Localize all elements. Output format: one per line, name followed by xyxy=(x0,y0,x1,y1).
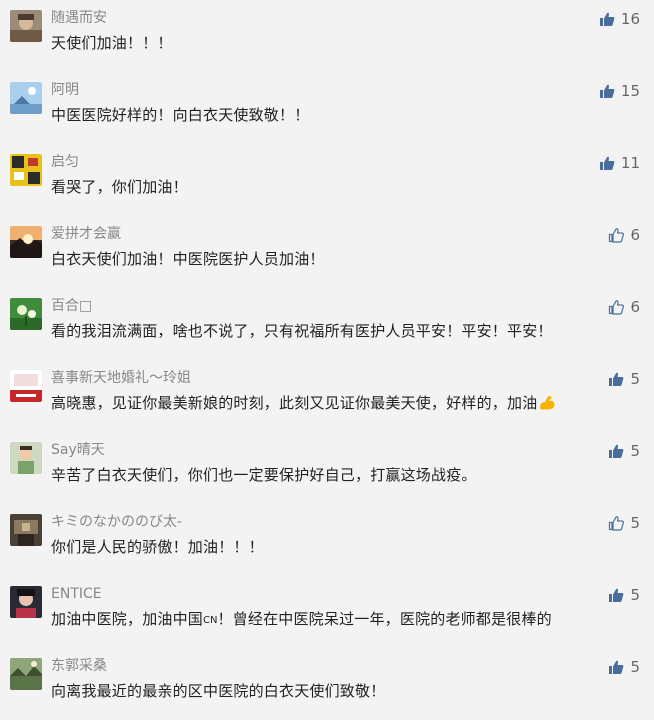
comment-text: 加油中医院，加油中国CN！曾经在中医院呆过一年，医院的老师都是很棒的 xyxy=(51,608,552,632)
avatar[interactable] xyxy=(10,442,42,474)
avatar[interactable] xyxy=(10,514,42,546)
thumbs-up-icon xyxy=(609,660,624,674)
comment-text: 天使们加油！！！ xyxy=(51,34,173,52)
comment-text: 看的我泪流满面，啥也不说了，只有祝福所有医护人员平安！平安！平安！ xyxy=(51,322,553,340)
like-count: 6 xyxy=(630,226,640,244)
thumbs-up-outline-icon xyxy=(609,516,625,531)
nickname[interactable]: 爱拼才会赢 xyxy=(51,225,121,243)
nickname[interactable]: Say晴天 xyxy=(51,441,105,459)
avatar[interactable] xyxy=(10,154,42,186)
comment-item: Say晴天 辛苦了白衣天使们，你们也一定要保护好自己，打赢这场战疫。 5 xyxy=(0,432,654,504)
like-button[interactable]: 6 xyxy=(608,296,640,318)
like-count: 5 xyxy=(630,658,640,676)
like-button[interactable]: 11 xyxy=(599,152,640,174)
nickname[interactable]: 阿明 xyxy=(51,81,79,99)
like-count: 15 xyxy=(620,82,640,100)
nickname[interactable]: キミのなかののび太- xyxy=(51,513,182,531)
like-button[interactable]: 5 xyxy=(608,368,640,390)
nickname[interactable]: 东郭采桑 xyxy=(51,657,107,675)
avatar[interactable] xyxy=(10,658,42,690)
like-count: 5 xyxy=(630,586,640,604)
like-button[interactable]: 5 xyxy=(608,656,640,678)
nickname[interactable]: ENTICE xyxy=(51,585,102,603)
comment-text-prefix: 加油中医院，加油中国 xyxy=(51,610,204,628)
like-button[interactable]: 6 xyxy=(608,224,640,246)
nickname[interactable]: 启匀 xyxy=(51,153,79,171)
comment-item: ENTICE 加油中医院，加油中国CN！曾经在中医院呆过一年，医院的老师都是很棒… xyxy=(0,576,654,648)
comment-text: 中医医院好样的！向白衣天使致敬！！ xyxy=(51,106,310,124)
comment-item: 启匀 看哭了，你们加油！ 11 xyxy=(0,144,654,216)
like-count: 5 xyxy=(630,514,640,532)
comment-text: 辛苦了白衣天使们，你们也一定要保护好自己，打赢这场战疫。 xyxy=(51,466,477,484)
comment-item: 爱拼才会赢 白衣天使们加油！中医院医护人员加油！ 6 xyxy=(0,216,654,288)
comment-text-suffix: ！曾经在中医院呆过一年，医院的老师都是很棒的 xyxy=(217,610,552,628)
like-count: 5 xyxy=(630,442,640,460)
thumbs-up-outline-icon xyxy=(609,300,625,315)
avatar[interactable] xyxy=(10,586,42,618)
thumbs-up-icon xyxy=(609,444,624,458)
avatar[interactable] xyxy=(10,10,42,42)
like-button[interactable]: 5 xyxy=(608,584,640,606)
nickname[interactable]: 随遇而安 xyxy=(51,9,107,27)
comment-text: 你们是人民的骄傲！加油！！！ xyxy=(51,538,264,556)
avatar[interactable] xyxy=(10,82,42,114)
like-button[interactable]: 15 xyxy=(599,80,640,102)
comment-item: 百合□ 看的我泪流满面，啥也不说了，只有祝福所有医护人员平安！平安！平安！ 6 xyxy=(0,288,654,360)
comment-text-main: 高晓惠，见证你最美新娘的时刻，此刻又见证你最美天使，好样的，加油 xyxy=(51,394,538,412)
comment-list: 随遇而安 天使们加油！！！ 16 阿明 中医医院好样的！向白衣天使致敬！！ 15… xyxy=(0,0,654,704)
flexed-biceps-icon xyxy=(540,396,555,410)
comment-text: 高晓惠，见证你最美新娘的时刻，此刻又见证你最美天使，好样的，加油 xyxy=(51,392,557,414)
comment-text: 向离我最近的最亲的区中医院的白衣天使们致敬！ xyxy=(51,682,386,700)
like-count: 5 xyxy=(630,370,640,388)
comment-text: 看哭了，你们加油！ xyxy=(51,178,188,196)
like-button[interactable]: 5 xyxy=(608,512,640,534)
flag-cn-icon: CN xyxy=(203,615,218,626)
thumbs-up-icon xyxy=(599,84,615,98)
avatar[interactable] xyxy=(10,298,42,330)
comment-item: 东郭采桑 向离我最近的最亲的区中医院的白衣天使们致敬！ 5 xyxy=(0,648,654,720)
like-count: 6 xyxy=(630,298,640,316)
like-button[interactable]: 5 xyxy=(608,440,640,462)
comment-item: 阿明 中医医院好样的！向白衣天使致敬！！ 15 xyxy=(0,72,654,144)
thumbs-up-icon xyxy=(609,372,624,386)
thumbs-up-icon xyxy=(599,156,615,170)
comment-item: 随遇而安 天使们加油！！！ 16 xyxy=(0,0,654,72)
avatar[interactable] xyxy=(10,226,42,258)
thumbs-up-icon xyxy=(599,12,615,26)
like-count: 11 xyxy=(620,154,640,172)
comment-item: 喜事新天地婚礼～玲姐 高晓惠，见证你最美新娘的时刻，此刻又见证你最美天使，好样的… xyxy=(0,360,654,432)
like-button[interactable]: 16 xyxy=(599,8,640,30)
comment-item: キミのなかののび太- 你们是人民的骄傲！加油！！！ 5 xyxy=(0,504,654,576)
nickname[interactable]: 百合□ xyxy=(51,297,92,315)
thumbs-up-outline-icon xyxy=(609,228,625,243)
nickname[interactable]: 喜事新天地婚礼～玲姐 xyxy=(51,369,191,387)
avatar[interactable] xyxy=(10,370,42,402)
comment-text: 白衣天使们加油！中医院医护人员加油！ xyxy=(51,250,325,268)
thumbs-up-icon xyxy=(609,588,624,602)
like-count: 16 xyxy=(620,10,640,28)
